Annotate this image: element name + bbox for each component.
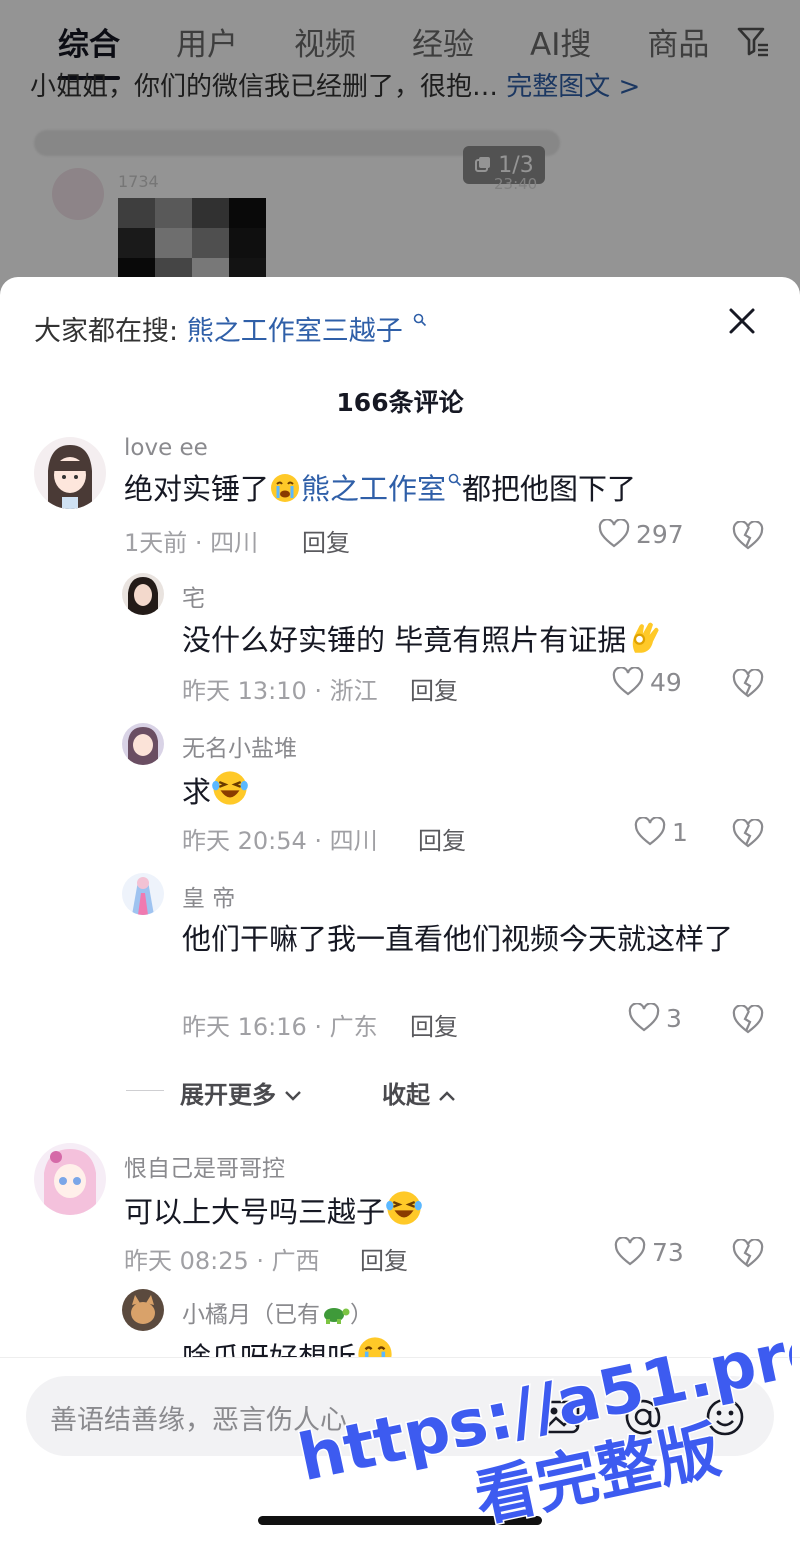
search-icon bbox=[413, 313, 427, 327]
emoji-icon[interactable] bbox=[704, 1396, 746, 1438]
heart-icon bbox=[598, 519, 630, 548]
comment-text: 可以上大号吗三越子 bbox=[124, 1189, 423, 1232]
search-icon bbox=[448, 473, 462, 487]
comment-text: 他们干嘛了我一直看他们视频今天就这样了 bbox=[182, 922, 734, 956]
crying-emoji-icon bbox=[358, 1337, 392, 1357]
comment-text: 没什么好实锤的 毕竟有照片有证据 bbox=[182, 619, 662, 660]
close-icon[interactable] bbox=[724, 303, 760, 339]
reply-button[interactable]: 回复 bbox=[418, 821, 466, 856]
hot-search: 大家都在搜: 熊之工作室三越子 bbox=[34, 309, 427, 348]
dislike-icon[interactable] bbox=[732, 669, 764, 699]
comment-meta: 昨天 16:16 · 广东 bbox=[182, 1013, 378, 1041]
heart-icon bbox=[634, 817, 666, 846]
mention-icon[interactable] bbox=[622, 1396, 664, 1438]
comment-text-part: 没什么好实锤的 毕竟有照片有证据 bbox=[182, 623, 627, 657]
reply-button[interactable]: 回复 bbox=[410, 1007, 458, 1042]
heart-icon bbox=[612, 667, 644, 696]
chevron-down-icon bbox=[285, 1091, 302, 1101]
comment-username[interactable]: 小橘月（已有 ） bbox=[182, 1295, 373, 1329]
expand-row: 展开更多 收起 bbox=[126, 1075, 526, 1109]
comment-text: 啥瓜呀好想听 bbox=[182, 1335, 394, 1357]
comment-username[interactable]: love ee bbox=[124, 435, 208, 461]
like-count: 1 bbox=[672, 817, 688, 847]
heart-icon bbox=[628, 1003, 660, 1032]
comment-username[interactable]: 宅 bbox=[182, 579, 205, 613]
dislike-icon[interactable] bbox=[732, 819, 764, 849]
comments-sheet: 大家都在搜: 熊之工作室三越子 166条评论 love ee 绝对实锤了 熊之工作… bbox=[0, 277, 800, 1542]
home-indicator bbox=[258, 1516, 542, 1525]
comment-text: 求 bbox=[182, 769, 249, 812]
comment-item: 皇 帝 他们干嘛了我一直看他们视频今天就这样了 昨天 16:16 · 广东 回复… bbox=[0, 873, 800, 1053]
laughing-crying-emoji-icon bbox=[386, 1191, 422, 1225]
dislike-icon[interactable] bbox=[732, 1005, 764, 1035]
comment-text-part: 啥瓜呀好想听 bbox=[182, 1341, 356, 1357]
image-icon[interactable] bbox=[540, 1396, 582, 1438]
comment-text-part: 可以上大号吗三越子 bbox=[124, 1195, 386, 1229]
avatar[interactable] bbox=[122, 723, 164, 765]
like-button[interactable]: 297 bbox=[598, 519, 684, 549]
comment-item: 小橘月（已有 ） 啥瓜呀好想听 bbox=[0, 1289, 800, 1357]
like-button[interactable]: 1 bbox=[634, 817, 688, 847]
reply-button[interactable]: 回复 bbox=[360, 1241, 408, 1276]
username-text-end: ） bbox=[350, 1302, 373, 1328]
comment-meta: 1天前 · 四川 bbox=[124, 529, 259, 557]
comment-username[interactable]: 恨自己是哥哥控 bbox=[124, 1149, 285, 1183]
comment-input[interactable]: 善语结善缘，恶言伤人心 bbox=[26, 1376, 774, 1456]
comment-count: 166条评论 bbox=[336, 388, 464, 417]
background-page: 综合 用户 视频 经验 AI搜 商品 小姐姐，你们的微信我已经删了，很抱… 完整… bbox=[0, 0, 800, 300]
like-count: 49 bbox=[650, 667, 682, 697]
collapse-button[interactable]: 收起 bbox=[382, 1075, 456, 1110]
keyword-link[interactable]: 熊之工作室 bbox=[301, 472, 446, 506]
comment-item: 恨自己是哥哥控 可以上大号吗三越子 昨天 08:25 · 广西 回复 73 bbox=[0, 1143, 800, 1276]
comment-item: 无名小盐堆 求 昨天 20:54 · 四川 回复 1 bbox=[0, 723, 800, 856]
comment-meta: 昨天 08:25 · 广西 bbox=[124, 1247, 320, 1275]
comment-item: love ee 绝对实锤了 熊之工作室 都把他图下了 1天前 · 四川 回复 297 bbox=[0, 435, 800, 567]
dislike-icon[interactable] bbox=[732, 1239, 764, 1269]
expand-more-label: 展开更多 bbox=[180, 1081, 276, 1109]
like-count: 73 bbox=[652, 1237, 684, 1267]
avatar[interactable] bbox=[122, 1289, 164, 1331]
comment-text-part: 求 bbox=[182, 775, 212, 809]
comment-username[interactable]: 皇 帝 bbox=[182, 879, 235, 913]
hot-search-keyword[interactable]: 熊之工作室三越子 bbox=[187, 316, 403, 347]
input-placeholder: 善语结善缘，恶言伤人心 bbox=[50, 1405, 347, 1436]
like-count: 3 bbox=[666, 1003, 682, 1033]
reply-button[interactable]: 回复 bbox=[302, 523, 350, 558]
like-count: 297 bbox=[636, 519, 684, 549]
comment-input-bar: 善语结善缘，恶言伤人心 bbox=[0, 1357, 800, 1542]
comment-meta: 昨天 20:54 · 四川 bbox=[182, 827, 378, 855]
overlay-dim[interactable] bbox=[0, 0, 800, 300]
comment-username[interactable]: 无名小盐堆 bbox=[182, 729, 297, 763]
comment-text: 绝对实锤了 熊之工作室 都把他图下了 bbox=[124, 469, 636, 509]
avatar[interactable] bbox=[122, 873, 164, 915]
comment-item: 宅 没什么好实锤的 毕竟有照片有证据 昨天 13:10 · 浙江 回复 49 bbox=[0, 573, 800, 706]
crying-emoji-icon bbox=[271, 474, 300, 502]
ok-hand-emoji-icon bbox=[632, 622, 659, 653]
username-text: 小橘月（已有 bbox=[182, 1302, 320, 1328]
avatar[interactable] bbox=[34, 437, 106, 509]
divider bbox=[126, 1090, 164, 1091]
heart-icon bbox=[614, 1237, 646, 1266]
avatar[interactable] bbox=[122, 573, 164, 615]
hot-search-label: 大家都在搜: bbox=[34, 316, 179, 347]
comment-meta: 昨天 13:10 · 浙江 bbox=[182, 677, 378, 705]
reply-button[interactable]: 回复 bbox=[410, 671, 458, 706]
comment-text-part: 都把他图下了 bbox=[462, 472, 637, 506]
comment-text-part: 绝对实锤了 bbox=[124, 472, 270, 506]
collapse-label: 收起 bbox=[382, 1081, 430, 1109]
chevron-up-icon bbox=[439, 1091, 456, 1101]
like-button[interactable]: 73 bbox=[614, 1237, 684, 1267]
like-button[interactable]: 49 bbox=[612, 667, 682, 697]
laughing-crying-emoji-icon bbox=[212, 771, 248, 805]
dislike-icon[interactable] bbox=[732, 521, 764, 551]
turtle-icon bbox=[324, 1308, 350, 1324]
like-button[interactable]: 3 bbox=[628, 1003, 682, 1033]
expand-more-button[interactable]: 展开更多 bbox=[180, 1075, 302, 1110]
avatar[interactable] bbox=[34, 1143, 106, 1215]
